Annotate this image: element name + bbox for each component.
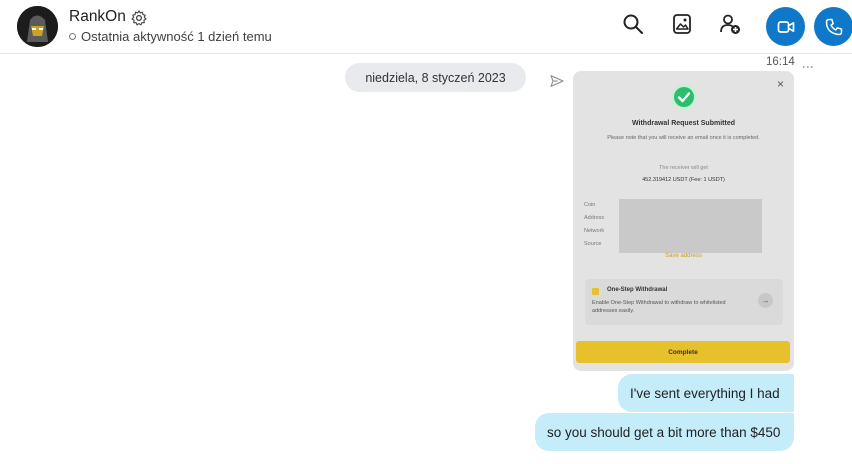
video-call-icon <box>777 20 794 33</box>
receiver-label: The receiver will get <box>659 165 708 171</box>
message-text: I've sent everything I had <box>630 385 780 401</box>
gallery-icon[interactable] <box>670 12 694 36</box>
attachment-note: Please note that you will receive an ema… <box>607 135 760 141</box>
box-title: One-Step Withdrawal <box>607 287 668 293</box>
settings-gear-icon[interactable] <box>130 9 148 27</box>
complete-button: Complete <box>576 341 790 363</box>
status-line: Ostatnia aktywność 1 dzień temu <box>69 29 272 44</box>
more-options-icon[interactable]: ⋮ <box>801 61 815 73</box>
contact-name[interactable]: RankOn <box>69 8 126 26</box>
save-address-link: Save address <box>665 253 702 259</box>
screenshot-attachment[interactable]: × Withdrawal Request Submitted Please no… <box>573 71 794 371</box>
forward-icon[interactable] <box>549 73 565 89</box>
avatar[interactable] <box>17 6 58 47</box>
add-person-icon[interactable] <box>718 12 742 36</box>
arrow-right-icon: → <box>758 293 773 308</box>
close-icon: × <box>776 77 784 91</box>
attachment-title: Withdrawal Request Submitted <box>631 120 735 127</box>
message-bubble[interactable]: so you should get a bit more than $450 <box>535 413 794 451</box>
field-label-network: Network <box>584 228 605 234</box>
presence-dot <box>69 33 76 40</box>
message-bubble[interactable]: I've sent everything I had <box>618 374 794 412</box>
chat-window: RankOn Ostatnia aktywność 1 dzień temu 1… <box>0 0 852 464</box>
redacted-area <box>619 199 762 253</box>
search-icon[interactable] <box>621 12 645 36</box>
field-label-address: Address <box>584 215 605 221</box>
phone-call-icon <box>825 18 842 35</box>
shield-icon <box>592 288 599 295</box>
phone-call-button[interactable] <box>814 7 852 46</box>
one-step-withdrawal-box: One-Step Withdrawal Enable One-Step With… <box>585 279 783 325</box>
field-label-source: Source <box>584 241 602 247</box>
date-divider: niedziela, 8 styczeń 2023 <box>345 63 526 92</box>
chat-header: RankOn Ostatnia aktywność 1 dzień temu <box>0 0 852 54</box>
amount-text: 452.319412 USDT (Fee: 1 USDT) <box>642 177 725 183</box>
status-text: Ostatnia aktywność 1 dzień temu <box>81 29 272 44</box>
message-timestamp: 16:14 <box>766 56 795 68</box>
field-label-coin: Coin <box>584 202 596 208</box>
video-call-button[interactable] <box>766 7 805 46</box>
success-check-icon <box>671 84 697 110</box>
message-text: so you should get a bit more than $450 <box>547 424 781 440</box>
box-text: Enable One-Step Withdrawal to withdraw t… <box>592 300 726 314</box>
